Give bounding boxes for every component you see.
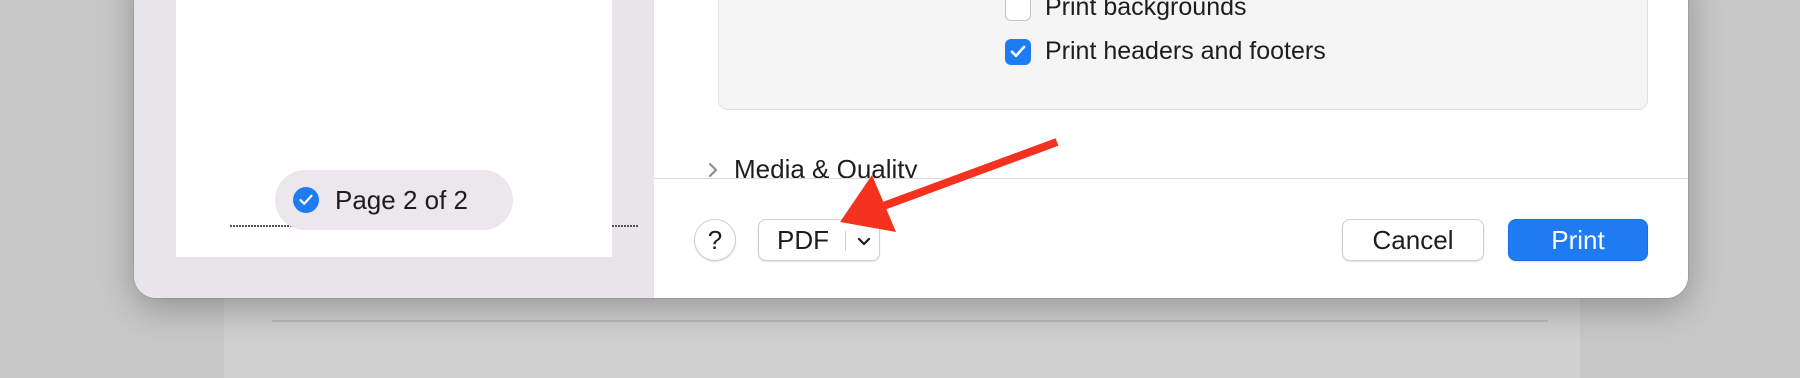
help-icon: ?	[707, 224, 723, 255]
print-preview-pane: Page 2 of 2	[134, 0, 654, 298]
print-headers-footers-checkbox[interactable]	[1005, 38, 1031, 65]
print-backgrounds-label[interactable]: Print backgrounds	[1045, 0, 1247, 22]
page-indicator-label: Page 2 of 2	[335, 184, 468, 215]
print-headers-footers-row: Print headers and footers	[1005, 37, 1326, 66]
background-divider	[272, 320, 1548, 322]
chevron-down-icon[interactable]	[853, 231, 875, 251]
cancel-button[interactable]: Cancel	[1342, 219, 1484, 261]
pdf-button-divider	[845, 231, 846, 251]
pdf-menu-button[interactable]: PDF	[758, 219, 880, 261]
print-button[interactable]: Print	[1508, 219, 1648, 261]
print-backgrounds-checkbox[interactable]	[1005, 0, 1031, 21]
chevron-right-icon	[709, 162, 717, 177]
preview-footer-text-right	[612, 225, 638, 227]
print-headers-footers-label[interactable]: Print headers and footers	[1045, 37, 1326, 66]
dialog-footer: ? PDF Cancel Print	[654, 178, 1688, 298]
pdf-button-label: PDF	[777, 224, 829, 255]
page-selected-checkmark-icon[interactable]	[293, 187, 319, 213]
print-options-box: Print backgrounds Print headers and foot…	[718, 0, 1648, 110]
page-indicator-pill[interactable]: Page 2 of 2	[275, 170, 513, 230]
print-dialog: Page 2 of 2 Print backgrounds Print head…	[134, 0, 1688, 298]
help-button[interactable]: ?	[694, 219, 736, 261]
print-settings-pane: Print backgrounds Print headers and foot…	[654, 0, 1688, 298]
checkmark-icon	[1010, 45, 1026, 58]
print-backgrounds-row: Print backgrounds	[1005, 0, 1247, 22]
